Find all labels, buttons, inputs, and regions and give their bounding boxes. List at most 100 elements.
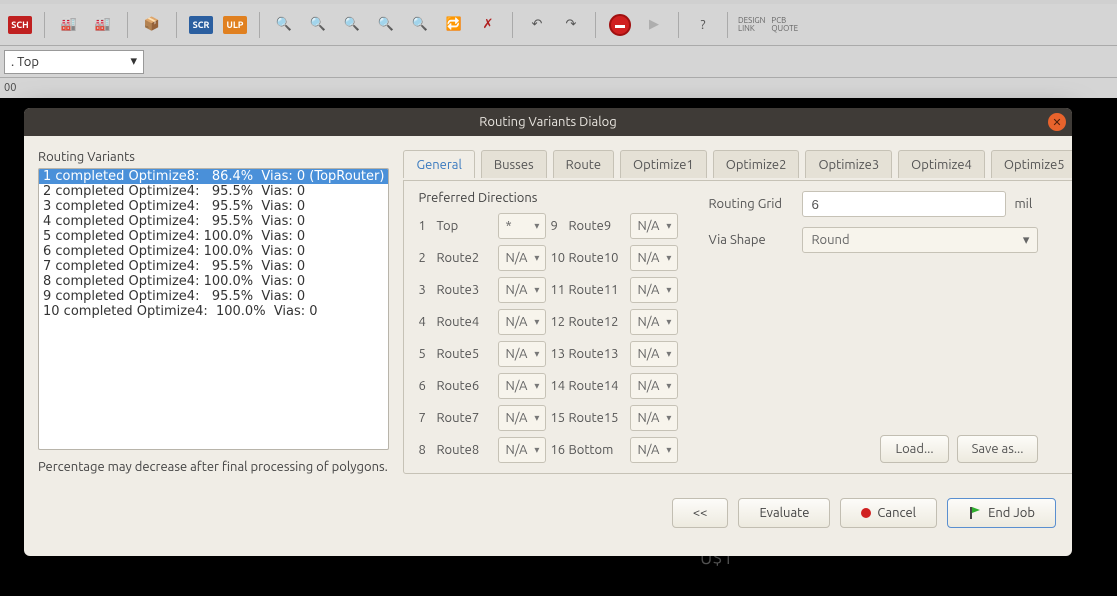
undo-icon[interactable]: ↶ [523,11,551,39]
layer-name: Route4 [436,315,494,329]
layer-number: 5 [418,347,432,361]
layer-name: Top [436,219,494,233]
load-button[interactable]: Load... [880,435,948,463]
layer-select[interactable]: . Top ▾ [4,50,144,74]
toolbar-icon[interactable]: SCH [6,11,34,39]
layer-number: 15 [550,411,564,425]
status-row: 00 [0,78,1117,98]
chevron-down-icon: ▾ [1023,233,1030,248]
close-icon[interactable]: ✕ [1048,113,1066,131]
go-icon[interactable]: ▶ [640,11,668,39]
layer-dir-select[interactable]: N/A▾ [498,245,546,271]
design-link-button[interactable]: DESIGN LINK [738,11,765,39]
layer-name: Route6 [436,379,494,393]
chevron-down-icon: ▾ [534,284,539,296]
layer-dir-select[interactable]: N/A▾ [498,405,546,431]
layer-dir-select[interactable]: N/A▾ [630,277,678,303]
scr-button[interactable]: SCR [187,11,215,39]
routing-grid-input[interactable] [802,191,1006,217]
tab-optimize5[interactable]: Optimize5 [991,150,1072,178]
layer-number: 3 [418,283,432,297]
back-button[interactable]: << [672,498,729,528]
zoom-redraw-icon[interactable]: 🔍 [406,11,434,39]
layer-name: Route13 [568,347,626,361]
chevron-down-icon: ▾ [666,348,671,360]
evaluate-button[interactable]: Evaluate [738,498,830,528]
routing-grid-label: Routing Grid [708,197,794,211]
tab-optimize1[interactable]: Optimize1 [620,150,707,178]
tab-optimize3[interactable]: Optimize3 [805,150,892,178]
via-shape-value: Round [811,233,849,247]
chevron-down-icon: ▾ [666,412,671,424]
routing-variants-dialog: Routing Variants Dialog ✕ Routing Varian… [24,108,1072,556]
layer-dir-select[interactable]: *▾ [498,213,546,239]
layer-select-row: . Top ▾ [0,46,1117,78]
variant-row[interactable]: 6 completed Optimize4: 100.0% Vias: 0 [39,244,388,259]
layer-dir-select[interactable]: N/A▾ [498,309,546,335]
cancel-icon [861,508,871,518]
pcb-quote-button[interactable]: PCB QUOTE [771,11,798,39]
layer-dir-select[interactable]: N/A▾ [498,277,546,303]
variant-row[interactable]: 1 completed Optimize8: 86.4% Vias: 0 (To… [39,169,388,184]
zoom-out-icon[interactable]: 🔍 [270,11,298,39]
layer-dir-select[interactable]: N/A▾ [498,437,546,463]
toolbar-icon[interactable]: 🏭 [89,11,117,39]
zoom-in-icon[interactable]: 🔍 [304,11,332,39]
zoom-fit-icon[interactable]: 🔍 [338,11,366,39]
layer-number: 10 [550,251,564,265]
chevron-down-icon: ▾ [666,284,671,296]
cancel-button[interactable]: Cancel [840,498,937,528]
refresh-icon[interactable]: 🔁 [440,11,468,39]
routing-variants-list[interactable]: 1 completed Optimize8: 86.4% Vias: 0 (To… [38,168,389,450]
via-shape-select[interactable]: Round ▾ [802,227,1038,253]
save-as-button[interactable]: Save as... [957,435,1039,463]
layer-number: 8 [418,443,432,457]
variant-row[interactable]: 8 completed Optimize4: 100.0% Vias: 0 [39,274,388,289]
redo-icon[interactable]: ↷ [557,11,585,39]
variant-row[interactable]: 3 completed Optimize4: 95.5% Vias: 0 [39,199,388,214]
variant-row[interactable]: 7 completed Optimize4: 95.5% Vias: 0 [39,259,388,274]
help-icon[interactable]: ? [689,11,717,39]
chevron-down-icon: ▾ [666,316,671,328]
variant-row[interactable]: 9 completed Optimize4: 95.5% Vias: 0 [39,289,388,304]
layer-name: Route7 [436,411,494,425]
tab-optimize2[interactable]: Optimize2 [713,150,800,178]
layer-dir-select[interactable]: N/A▾ [630,405,678,431]
variant-row[interactable]: 5 completed Optimize4: 100.0% Vias: 0 [39,229,388,244]
layer-dir-select[interactable]: N/A▾ [630,341,678,367]
tab-route[interactable]: Route [553,150,614,178]
ulp-button[interactable]: ULP [221,11,249,39]
toolbar-icon[interactable]: 📦 [138,11,166,39]
tab-optimize4[interactable]: Optimize4 [898,150,985,178]
variant-row[interactable]: 10 completed Optimize4: 100.0% Vias: 0 [39,304,388,319]
dialog-actions: << Evaluate Cancel End Job [24,488,1072,542]
layer-dir-select[interactable]: N/A▾ [498,373,546,399]
cross-icon[interactable]: ✗ [474,11,502,39]
end-job-button[interactable]: End Job [947,498,1056,528]
variant-row[interactable]: 2 completed Optimize4: 95.5% Vias: 0 [39,184,388,199]
stop-icon[interactable] [606,11,634,39]
layer-number: 1 [418,219,432,233]
chevron-down-icon: ▾ [666,220,671,232]
layer-dir-select[interactable]: N/A▾ [498,341,546,367]
tab-general[interactable]: General [403,150,474,178]
chevron-down-icon: ▾ [666,444,671,456]
layer-dir-select[interactable]: N/A▾ [630,309,678,335]
zoom-sel-icon[interactable]: 🔍 [372,11,400,39]
layer-dir-select[interactable]: N/A▾ [630,373,678,399]
variant-row[interactable]: 4 completed Optimize4: 95.5% Vias: 0 [39,214,388,229]
toolbar-icon[interactable]: 🏭 [55,11,83,39]
routing-variants-label: Routing Variants [38,150,389,164]
via-shape-label: Via Shape [708,233,794,247]
layer-name: Route14 [568,379,626,393]
layer-dir-select[interactable]: N/A▾ [630,213,678,239]
layer-name: Route9 [568,219,626,233]
chevron-down-icon: ▾ [534,444,539,456]
layer-dir-select[interactable]: N/A▾ [630,437,678,463]
layer-number: 4 [418,315,432,329]
chevron-down-icon: ▾ [534,316,539,328]
chevron-down-icon: ▾ [534,412,539,424]
layer-dir-select[interactable]: N/A▾ [630,245,678,271]
layer-name: Route3 [436,283,494,297]
tab-busses[interactable]: Busses [481,150,547,178]
